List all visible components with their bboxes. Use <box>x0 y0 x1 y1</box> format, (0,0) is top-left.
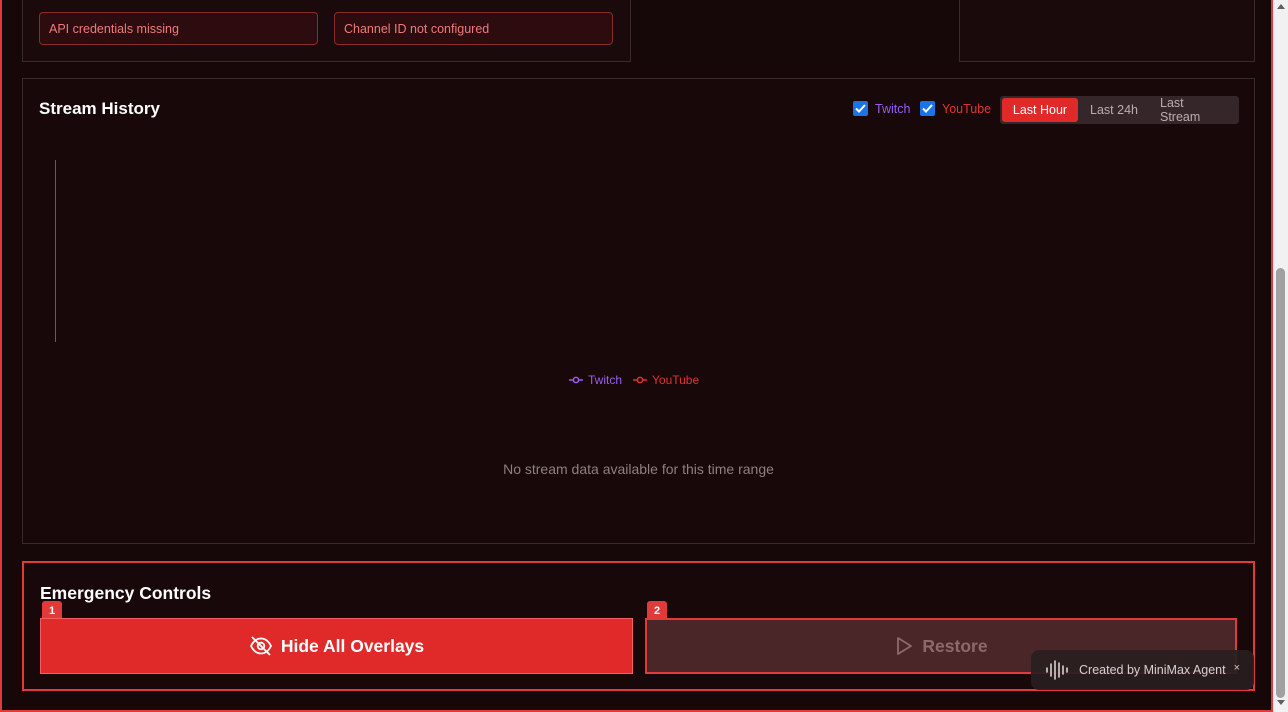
stream-history-panel: Stream History Twitch YouTube Last Hour … <box>22 78 1255 544</box>
checkbox-checked-icon[interactable] <box>853 101 868 116</box>
hide-all-overlays-label: Hide All Overlays <box>280 635 425 656</box>
line-marker-icon <box>633 376 647 384</box>
checkbox-checked-icon[interactable] <box>920 101 935 116</box>
chart-y-axis <box>55 160 56 342</box>
side-card <box>959 0 1255 62</box>
range-last-hour-button[interactable]: Last Hour <box>1002 98 1078 122</box>
emergency-controls-title: Emergency Controls <box>40 583 212 603</box>
configuration-card: API credentials missing Channel ID not c… <box>22 0 631 62</box>
stream-history-title: Stream History <box>39 99 160 118</box>
youtube-toggle[interactable]: YouTube <box>920 101 991 116</box>
vertical-scrollbar[interactable] <box>1273 0 1288 712</box>
alert-channel-id: Channel ID not configured <box>334 12 613 45</box>
scroll-down-arrow-icon[interactable] <box>1277 700 1285 705</box>
range-last-24h-button[interactable]: Last 24h <box>1078 98 1150 122</box>
legend-youtube-label: YouTube <box>652 373 700 387</box>
waveform-icon <box>1046 660 1068 680</box>
scrollbar-thumb[interactable] <box>1276 268 1285 698</box>
close-icon[interactable]: × <box>1234 662 1240 674</box>
dashboard-viewport: API credentials missing Channel ID not c… <box>0 0 1273 712</box>
restore-label: Restore <box>922 635 988 656</box>
eye-off-icon <box>249 636 272 656</box>
line-marker-icon <box>569 376 583 384</box>
hide-all-overlays-button[interactable]: Hide All Overlays <box>40 618 633 674</box>
scroll-up-arrow-icon[interactable] <box>1277 4 1285 9</box>
legend-youtube[interactable]: YouTube <box>633 373 699 387</box>
created-by-badge[interactable]: Created by MiniMax Agent × <box>1031 650 1254 690</box>
play-icon <box>897 637 913 655</box>
legend-twitch[interactable]: Twitch <box>569 373 622 387</box>
twitch-toggle-label: Twitch <box>875 101 911 116</box>
time-range-selector: Last Hour Last 24h Last Stream <box>1000 96 1239 124</box>
legend-twitch-label: Twitch <box>588 373 623 387</box>
twitch-toggle[interactable]: Twitch <box>853 101 910 116</box>
youtube-toggle-label: YouTube <box>942 101 992 116</box>
empty-state-message: No stream data available for this time r… <box>503 461 774 477</box>
alert-api-credentials: API credentials missing <box>39 12 318 45</box>
created-by-text: Created by MiniMax Agent <box>1079 663 1226 677</box>
range-last-stream-button[interactable]: Last Stream <box>1150 96 1236 124</box>
